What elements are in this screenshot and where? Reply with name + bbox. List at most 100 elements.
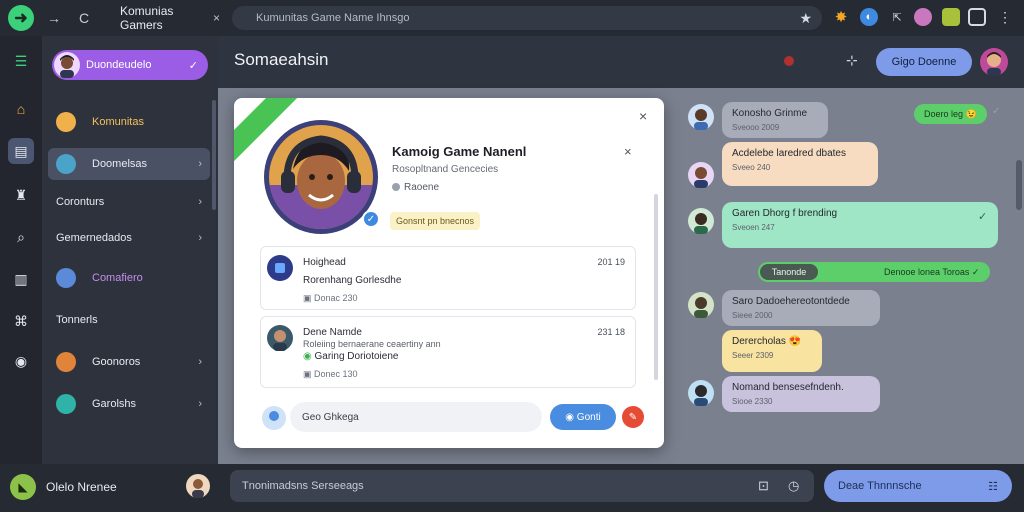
browser-toolbar: ➜ → C Komunias Gamers × Kumunitas Game N… [0,0,1024,36]
chat-message[interactable]: Saro Dadoehereotontdede Sieee 2000 [722,290,880,326]
profile-tag: Gonsnt pn bnecnos [390,212,481,230]
chat-message-meta: Sveoen 247 [732,223,775,232]
message-compose-input[interactable]: Tnonimadsns Serseeags [230,470,814,502]
chat-message[interactable]: Acdelebe laredred dbates Sveeo 240 [722,142,878,186]
sidebar-item-komunitas[interactable]: Komunitas [48,106,210,138]
current-user-pill[interactable]: Duondeudelo ✓ [52,50,208,80]
library-icon[interactable]: ▥ [8,266,34,292]
attachment-icon[interactable]: ⊡ [758,478,769,494]
sidebar-item-tonnerls[interactable]: Tonnerls [48,304,210,336]
send-button-label: Gonti [576,411,601,423]
list-icon[interactable]: ☷ [988,480,998,493]
sidebar-item-goonoros[interactable]: Goonoros › [48,346,210,378]
menu-icon[interactable]: ☰ [8,48,34,74]
message-text: ◉ Garing Doriotoiene [303,351,398,362]
avatar-icon [56,112,76,132]
sidebar-item-label: Garolshs [92,398,137,410]
share-icon[interactable]: ⇱ [888,8,906,26]
reply-input[interactable]: Geo Ghkega [290,402,542,432]
sidebar-scrollbar[interactable] [212,100,216,210]
check-icon: ✓ [971,266,980,277]
sidebar-item-gemernedados[interactable]: Gemernedados › [48,222,210,254]
list-item[interactable]: Hoighead Rorenhang Gorlesdhe ▣ Donac 230… [260,246,636,310]
profile-name: Kamoig Game Nanenl [392,144,527,159]
header-action-button[interactable]: Gigo Doenne [876,48,972,76]
sidebar-item-garolshs[interactable]: Garolshs › [48,388,210,420]
message-text: Roleiing bernaerane ceaertiny ann [303,339,441,349]
address-bar[interactable]: Kumunitas Game Name Ihnsgo ★ [232,6,822,30]
search-icon[interactable]: ⌕ [8,224,34,250]
profile-avatar-icon[interactable] [914,8,932,26]
extension-globe-icon[interactable]: ◐ [860,8,878,26]
close-icon[interactable]: × [639,108,647,124]
reload-icon[interactable]: C [74,8,94,28]
chat-icon[interactable]: ▤ [8,138,34,164]
right-search-text: Deae Thnnnsche [838,480,922,492]
right-search-input[interactable]: Deae Thnnnsche ☷ [824,470,1012,502]
notification-dot [784,56,794,66]
chat-message-text: Garen Dhorg f brending [732,208,838,219]
sidebar: Duondeudelo ✓ Komunitas Doomelsas › Coro… [42,36,218,464]
sidebar-item-comafiero[interactable]: Comafiero [48,262,210,294]
chat-avatar [688,208,714,234]
extension-square-icon[interactable] [942,8,960,26]
check-icon: ✓ [188,59,198,72]
sidebar-item-doomelsas[interactable]: Doomelsas › [48,148,210,180]
more-menu-icon[interactable]: ⋮ [996,8,1014,26]
chat-message[interactable]: Konosho Grinme Sveooo 2009 [722,102,828,138]
clock-icon[interactable]: ◷ [788,478,799,494]
chat-message[interactable]: Derercholas 😍 Seeer 2309 [722,330,822,372]
extension-puzzle-icon[interactable]: ✸ [832,8,850,26]
profile-subtitle: Rosopltnand Gencecies [392,164,499,175]
chat-message[interactable]: Garen Dhorg f brending Sveoen 247 [722,202,998,248]
page-title: Somaeahsin [234,50,329,69]
chat-scrollbar[interactable] [1016,160,1022,210]
record-button[interactable]: ✎ [622,406,644,428]
list-item[interactable]: Dene Namde Roleiing bernaerane ceaertiny… [260,316,636,388]
chat-message-text: Acdelebe laredred dbates [732,148,846,159]
message-meta-text: Donec 130 [314,369,358,379]
emoji-icon: 😉 [965,108,977,119]
status-avatar-icon[interactable]: ◣ [10,474,36,500]
settings-icon[interactable]: ◉ [8,348,34,374]
avatar-icon [56,352,76,372]
chat-message-meta: Sveooo 2009 [732,123,780,132]
window-icon[interactable] [968,8,986,26]
left-rail: ☰ ⌂ ▤ ♜ ⌕ ▥ ⌘ ◉ [0,36,42,464]
chat-message[interactable]: Nomand bensesefndenh. Siooe 2330 [722,376,880,412]
status-chip[interactable]: Doero leg 😉 [914,104,987,124]
header-avatar[interactable] [980,48,1008,76]
user-avatar[interactable] [186,474,210,498]
send-button[interactable]: ◉ Gonti [550,404,616,430]
chat-message-meta: Sveeo 240 [732,163,771,172]
message-avatar [267,325,293,351]
chat-message-meta: Siooe 2330 [732,397,773,406]
home-icon[interactable]: ⌂ [8,96,34,122]
store-icon[interactable]: ⌘ [8,308,34,334]
sidebar-item-label: Tonnerls [56,314,98,326]
bookmark-star-icon[interactable]: ★ [799,10,812,27]
chat-message-text: Saro Dadoehereotontdede [732,296,850,307]
sidebar-item-label: Doomelsas [92,158,148,170]
sidebar-item-label: Coronturs [56,196,105,208]
sidebar-item-coronturs[interactable]: Coronturs › [48,186,210,218]
read-check-icon: ✓ [992,106,1001,117]
browser-tab[interactable]: Komunias Gamers × [112,4,224,32]
chat-message-text: Nomand bensesefndenh. [732,382,844,393]
address-text: Kumunitas Game Name Ihnsgo [256,12,410,24]
profile-card: × × ✓ Kamoig Game Nanenl Rosopltnand Gen… [234,98,664,448]
main-header: Somaeahsin ⊹ Gigo Doenne [218,36,1024,88]
tab-close-icon[interactable]: × [213,11,220,25]
app-logo-icon[interactable]: ➜ [8,5,34,31]
card-scrollbar[interactable] [654,194,658,380]
chat-avatar [688,104,714,130]
close-icon[interactable]: × [624,144,632,159]
chevron-right-icon: › [198,398,202,410]
games-icon[interactable]: ♜ [8,182,34,208]
add-icon[interactable]: ⊹ [846,52,858,69]
chevron-down-icon[interactable]: ✓ [978,210,987,223]
message-text-2: Garing Doriotoiene [314,351,399,362]
forward-icon[interactable]: → [44,8,64,28]
current-user-name: Olelo Nrenee [46,480,117,494]
profile-status: Raoene [392,182,439,193]
